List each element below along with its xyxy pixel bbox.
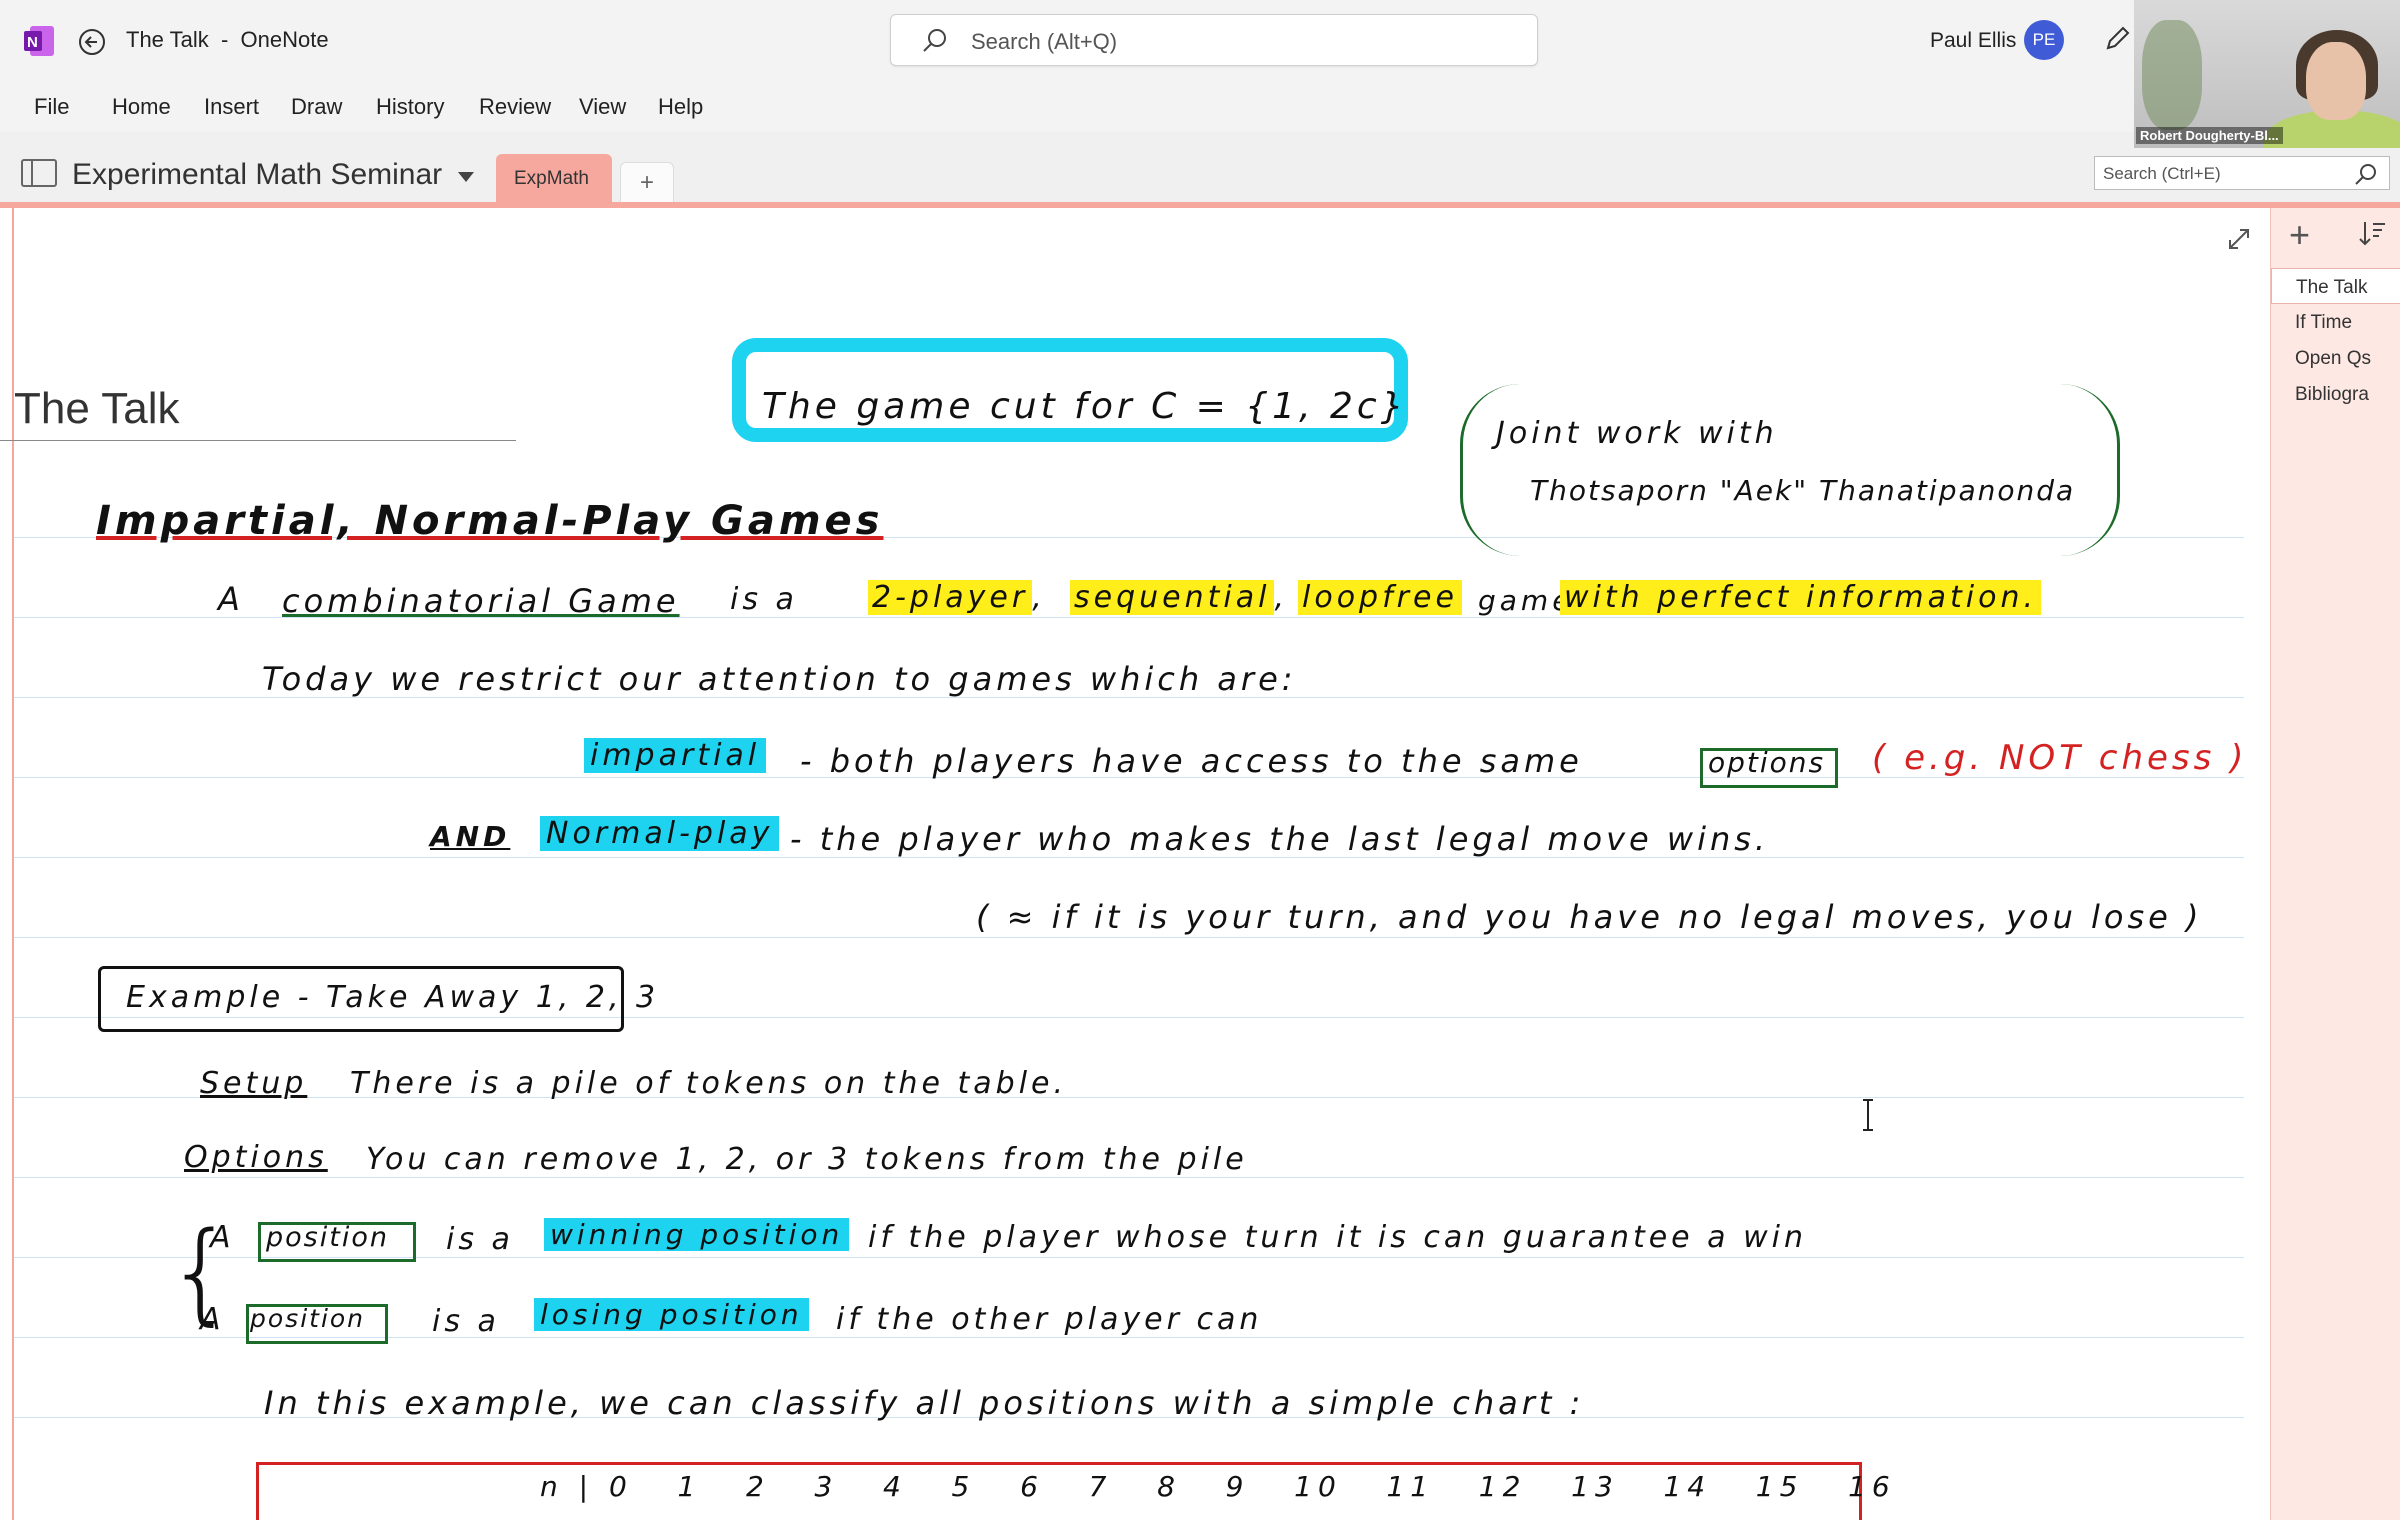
menu-history[interactable]: History (376, 94, 444, 120)
page-title-underline (0, 440, 516, 441)
ink-perfect-information: with perfect information. (1560, 580, 2042, 615)
back-arrow-icon (79, 29, 105, 55)
text-cursor-icon (1863, 1099, 1873, 1131)
ink-pos-a-2: A (200, 1302, 225, 1337)
ink-and: AND (430, 820, 511, 853)
ink-def-a: A (218, 580, 244, 618)
ink-2-player: 2-player, (868, 580, 1046, 615)
ink-example: Example - Take Away 1, 2, 3 (126, 980, 660, 1015)
ink-chart-header: n | 0 1 2 3 4 5 6 7 8 9 10 11 12 13 14 1… (540, 1470, 1896, 1503)
menu-file[interactable]: File (34, 94, 69, 120)
menu-review[interactable]: Review (479, 94, 551, 120)
notebook-name[interactable]: Experimental Math Seminar (72, 158, 442, 192)
ink-impartial-desc: - both players have access to the same (800, 742, 1583, 780)
page-item-open-qs[interactable]: Open Qs (2271, 340, 2400, 376)
menu-view[interactable]: View (579, 94, 626, 120)
ink-loopfree: loopfree (1298, 580, 1462, 615)
page-search-input[interactable]: Search (Ctrl+E) (2094, 156, 2390, 190)
background-plant (2142, 20, 2202, 130)
ink-is-a-1: is a (446, 1222, 514, 1257)
search-icon (2355, 164, 2376, 185)
ink-losing-desc: if the other player can (836, 1302, 1263, 1337)
avatar[interactable]: PE (2024, 20, 2064, 60)
onenote-logo-icon: N (24, 26, 54, 56)
ink-is-a: is a (730, 582, 798, 617)
ink-heading: Impartial, Normal-Play Games (96, 498, 884, 544)
search-input[interactable]: Search (Alt+Q) (890, 14, 1538, 66)
joint-work-parentheses (1460, 384, 2120, 556)
participant-label: Robert Dougherty-Bl... (2136, 127, 2283, 144)
ink-sequential: sequential, (1070, 580, 1288, 615)
menu-help[interactable]: Help (658, 94, 703, 120)
title-bar: N The Talk - OneNote Search (Alt+Q) Paul… (0, 0, 2400, 80)
page-title[interactable]: The Talk (14, 384, 180, 434)
ink-joint-line2: Thotsaporn "Aek" Thanatipanonda (1530, 474, 2076, 507)
ink-position-1: position (266, 1222, 389, 1253)
ink-combinatorial-game: combinatorial Game (282, 582, 680, 620)
ink-normal-desc: - the player who makes the last legal mo… (790, 820, 1770, 858)
user-name[interactable]: Paul Ellis (1930, 29, 2016, 53)
ink-setup-label: Setup (200, 1066, 308, 1101)
ink-today: Today we restrict our attention to games… (262, 660, 1297, 698)
ink-pos-a-1: A (210, 1220, 235, 1255)
ink-normal-play: Normal-play (540, 816, 780, 851)
ink-position-2: position (250, 1304, 366, 1333)
page-item-if-time[interactable]: If Time (2271, 304, 2400, 340)
ink-is-a-2: is a (432, 1304, 500, 1339)
add-page-button[interactable]: + (2289, 214, 2310, 256)
webcam-video: Robert Dougherty-Bl... (2134, 0, 2400, 148)
ink-options-text: You can remove 1, 2, or 3 tokens from th… (366, 1142, 1248, 1177)
section-tab-label: ExpMath (514, 168, 589, 189)
ink-winning-position: winning position (544, 1218, 850, 1251)
ink-headline: The game cut for C = {1, 2c} (762, 386, 1408, 427)
page-canvas[interactable]: The Talk The game cut for C = {1, 2c} Jo… (0, 208, 2270, 1520)
add-section-button[interactable]: + (620, 162, 674, 202)
sort-icon[interactable] (2357, 218, 2387, 248)
ink-not-chess: ( e.g. NOT chess ) (1872, 738, 2248, 778)
page-item-the-talk[interactable]: The Talk (2271, 268, 2400, 304)
rule-line (14, 1097, 2244, 1098)
rule-line (14, 1177, 2244, 1178)
participant-face (2306, 42, 2366, 120)
document-title: The Talk - OneNote (126, 27, 329, 52)
ink-joint-line1: Joint work with (1496, 416, 1778, 451)
expand-icon[interactable] (2224, 224, 2254, 254)
notebook-icon[interactable] (20, 158, 58, 188)
ink-options-label: Options (184, 1140, 328, 1175)
ink-impartial: impartial (584, 738, 767, 773)
ink-approx: ( ≈ if it is your turn, and you have no … (976, 898, 2203, 936)
page-list-pane: + The Talk If Time Open Qs Bibliogra (2270, 208, 2400, 1520)
ink-losing-position: losing position (534, 1298, 809, 1331)
menu-insert[interactable]: Insert (204, 94, 259, 120)
page-search-placeholder: Search (Ctrl+E) (2103, 164, 2221, 183)
ribbon-menu: File Home Insert Draw History Review Vie… (0, 80, 2400, 132)
ink-options-word: options (1708, 746, 1826, 779)
svg-text:N: N (27, 34, 38, 51)
pen-icon[interactable] (2104, 24, 2132, 52)
ink-setup-text: There is a pile of tokens on the table. (350, 1066, 1068, 1101)
chevron-down-icon[interactable] (458, 172, 474, 182)
back-button[interactable] (72, 22, 112, 62)
notebook-bar: Experimental Math Seminar (0, 132, 2400, 202)
search-placeholder: Search (Alt+Q) (971, 29, 1118, 54)
menu-home[interactable]: Home (112, 94, 171, 120)
tab-expmath[interactable]: ExpMath (496, 154, 612, 202)
ink-classify: In this example, we can classify all pos… (264, 1384, 1585, 1422)
menu-draw[interactable]: Draw (291, 94, 342, 120)
page-item-bibliography[interactable]: Bibliogra (2271, 376, 2400, 412)
ink-winning-desc: if the player whose turn it is can guara… (868, 1220, 1807, 1255)
search-icon (923, 29, 946, 52)
rule-line (14, 937, 2244, 938)
